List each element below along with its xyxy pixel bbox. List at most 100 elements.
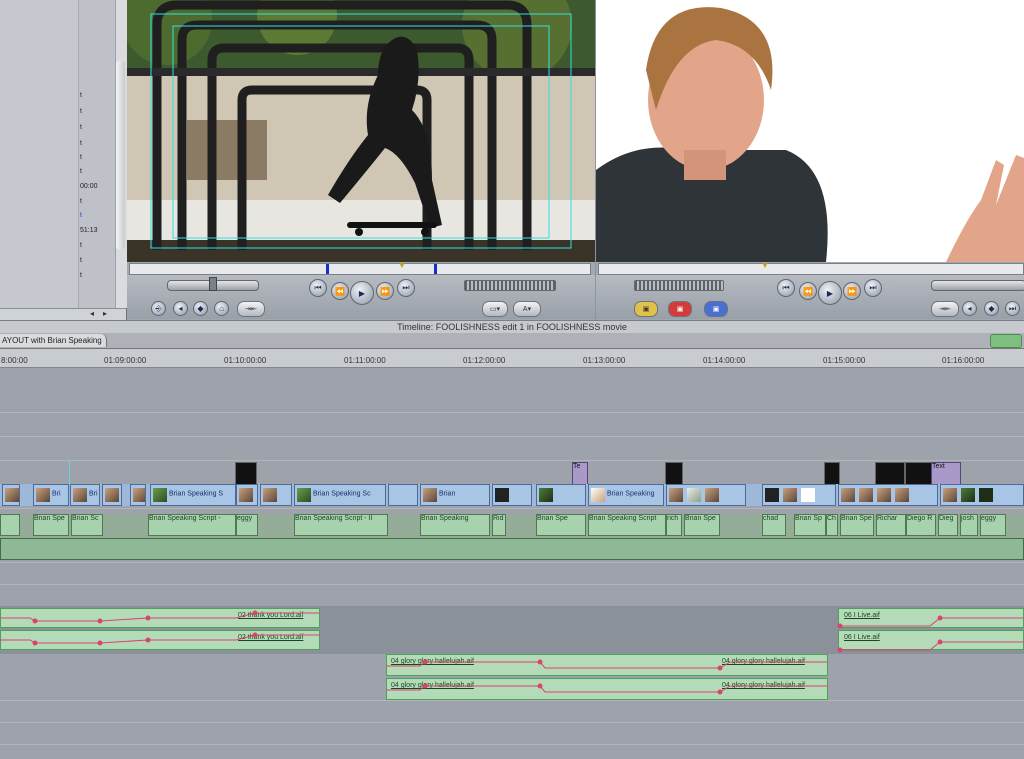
mark-in-icon[interactable]: ◂ [173,301,188,316]
audio-clip[interactable]: Richar [876,514,906,536]
audio-clip[interactable]: eggy [236,514,258,536]
video-clip[interactable] [388,484,418,506]
replace-edit-icon[interactable]: ▣ [704,301,728,317]
match-frame-icon[interactable]: ⎆ [151,301,166,316]
audio-clip[interactable]: chad [762,514,786,536]
play-around-current-icon[interactable]: ⏩ [376,282,394,300]
clip-label: Brian Speaking [607,490,655,498]
generator-icon[interactable]: A▾ [513,301,541,317]
audio-clip[interactable]: josh [960,514,978,536]
mark-clip-icon[interactable]: ⇥⇤ [931,301,959,317]
go-to-previous-edit-icon[interactable]: ⏮ [777,279,795,297]
insert-edit-icon[interactable]: ▣ [634,301,658,317]
canvas-jog-control[interactable] [634,280,724,291]
go-to-next-edit-icon[interactable]: ⏭ [397,279,415,297]
timecode-label: 01:16:00:00 [942,356,985,365]
video-clip[interactable] [940,484,1024,506]
black-title-clip[interactable] [875,462,905,486]
video-clip[interactable] [130,484,146,506]
audio-clip[interactable]: Ch [826,514,838,536]
viewer-scrubber-bar[interactable]: ▼ [129,261,591,275]
mark-out-icon[interactable]: ◆ [193,301,208,316]
audio-clip[interactable]: Brian Speaking Script [588,514,666,536]
video-clip[interactable]: Brian [420,484,490,506]
video-clip[interactable] [536,484,586,506]
playhead-icon[interactable]: ▼ [398,261,406,270]
track-divider [0,412,1024,413]
scroll-left-arrow-icon[interactable]: ◂ [90,309,94,318]
play-in-to-out-icon[interactable]: ⏪ [331,282,349,300]
text-clip[interactable]: Te [572,462,588,486]
video-clip[interactable] [492,484,532,506]
audio-clip[interactable]: Diego R [906,514,936,536]
viewer-transport-bar: ⏮ ⏪ ▶ ⏩ ⏭ ⎆ ◂ ◆ ⌂ ⇥⇤ ▭▾ A▾ [127,275,595,319]
snapping-toggle-icon[interactable] [990,334,1022,348]
canvas-scrubber-bar[interactable]: ▼ [598,261,1024,275]
audio-clip[interactable]: Brian Spe [840,514,874,536]
play-button-icon[interactable]: ▶ [350,281,374,305]
video-clip[interactable]: Brian Speaking [588,484,664,506]
video-clip[interactable] [2,484,20,506]
add-marker-icon[interactable]: ⌂ [214,301,229,316]
black-title-clip[interactable] [235,462,257,486]
playhead-icon[interactable]: ▼ [761,261,769,270]
play-around-current-icon[interactable]: ⏩ [843,282,861,300]
video-clip[interactable]: Bri [33,484,69,506]
audio-clip[interactable] [0,514,20,536]
black-title-clip[interactable] [905,462,933,486]
timeline-playhead[interactable] [69,460,70,484]
audio-track-a2-clips[interactable] [0,538,1024,560]
out-point-marker[interactable] [434,264,437,274]
browser-panel: t t t t t t 00:00 t t 51:13 t t t ◂ ▸ [0,0,127,321]
black-title-clip[interactable] [824,462,840,486]
browser-scroll-thumb[interactable] [116,60,125,250]
audio-clip[interactable]: Brian Spe [684,514,720,536]
audio-clip[interactable]: Brian Sp [794,514,826,536]
audio-clip[interactable]: Brian Speaking Script - [148,514,236,536]
mark-out-icon[interactable]: ◆ [984,301,999,316]
go-to-next-edit-icon[interactable]: ⏭ [864,279,882,297]
video-clip[interactable]: Brian Speaking S [150,484,236,506]
video-clip[interactable] [838,484,938,506]
overwrite-edit-icon[interactable]: ▣ [668,301,692,317]
add-marker-icon[interactable]: ⏭ [1005,301,1020,316]
play-in-to-out-icon[interactable]: ⏪ [799,282,817,300]
scroll-right-arrow-icon[interactable]: ▸ [103,309,107,318]
video-clip[interactable] [666,484,746,506]
video-clip[interactable] [102,484,122,506]
mark-clip-icon[interactable]: ⇥⇤ [237,301,265,317]
text-clip[interactable]: Text [931,462,961,486]
audio-clip[interactable]: rich [666,514,682,536]
browser-name-column [0,0,78,308]
video-clip[interactable] [260,484,292,506]
video-clip[interactable] [762,484,836,506]
in-point-marker[interactable] [326,264,329,274]
audio-clip[interactable]: eggy [980,514,1006,536]
timeline-ruler[interactable] [0,349,1024,368]
shuttle-knob[interactable] [209,277,217,291]
viewer-jog-control[interactable] [464,280,556,291]
go-to-previous-edit-icon[interactable]: ⏮ [309,279,327,297]
audio-clip[interactable]: Rid [492,514,506,536]
audio-clip[interactable]: Brian Sc [71,514,103,536]
audio-clip[interactable]: Brian Speaking Script - II [294,514,388,536]
canvas-shuttle-control[interactable] [931,280,1024,291]
track-divider [0,700,1024,701]
audio-clip[interactable]: Dieg [938,514,958,536]
track-divider [0,722,1024,723]
recent-clips-icon[interactable]: ▭▾ [482,301,508,317]
video-clip[interactable]: Brian Speaking Sc [294,484,386,506]
timecode-label: 01:09:00:00 [104,356,147,365]
play-button-icon[interactable]: ▶ [818,281,842,305]
video-clip[interactable]: Bri [70,484,100,506]
audio-clip[interactable]: Brian Spe [33,514,69,536]
timecode-label: 01:13:00:00 [583,356,626,365]
audio-clip[interactable]: Brian Spe [536,514,586,536]
browser-cell: t [80,108,82,115]
sequence-tab[interactable]: AYOUT with Brian Speaking [0,334,107,347]
mark-in-icon[interactable]: ◂ [962,301,977,316]
timecode-label: 8:00:00 [1,356,28,365]
video-clip[interactable] [236,484,258,506]
black-title-clip[interactable] [665,462,683,486]
audio-clip[interactable]: Brian Speaking [420,514,490,536]
